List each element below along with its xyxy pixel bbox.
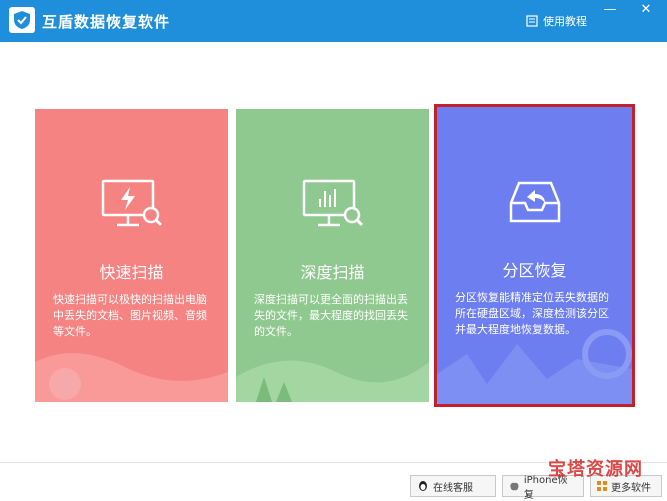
close-button[interactable]: ✕ — [636, 2, 656, 18]
online-support-label: 在线客服 — [433, 482, 473, 494]
quick-scan-description: 快速扫描可以极快的扫描出电脑中丢失的文档、图片视频、音频等文件。 — [53, 293, 207, 338]
minimize-button[interactable]: — — [600, 2, 620, 18]
book-icon — [526, 15, 538, 27]
grid-icon — [597, 481, 607, 491]
partition-recovery-description: 分区恢复能精准定位丢失数据的所在硬盘区域，深度检测该分区并最大程度地恢复数据。 — [455, 291, 609, 336]
partition-recovery-title: 分区恢复 — [502, 261, 567, 280]
apple-icon — [510, 482, 519, 491]
online-support-button[interactable]: 在线客服 — [410, 475, 496, 497]
deep-scan-description: 深度扫描可以更全面的扫描出丢失的文件，最大程度的找回丢失的文件。 — [254, 293, 408, 338]
deep-scan-title: 深度扫描 — [300, 263, 365, 282]
monitor-lightning-search-icon — [101, 179, 162, 227]
watermark: 宝塔资源网 — [548, 459, 643, 480]
title-bar: 互盾数据恢复软件 使用教程 — ✕ — [0, 0, 667, 42]
quick-scan-card[interactable]: 快速扫描 快速扫描可以极快的扫描出电脑中丢失的文档、图片视频、音频等文件。 — [35, 109, 228, 402]
help-label: 使用教程 — [543, 15, 587, 28]
app-logo-icon — [9, 7, 35, 33]
app-title: 互盾数据恢复软件 — [42, 13, 171, 31]
help-tutorial-button[interactable]: 使用教程 — [526, 13, 587, 29]
monitor-chart-search-icon — [302, 179, 363, 227]
inbox-return-icon — [509, 181, 560, 223]
partition-recovery-card[interactable]: 分区恢复 分区恢复能精准定位丢失数据的所在硬盘区域，深度检测该分区并最大程度地恢… — [434, 104, 635, 407]
quick-scan-title: 快速扫描 — [99, 263, 164, 282]
deep-scan-card[interactable]: 深度扫描 深度扫描可以更全面的扫描出丢失的文件，最大程度的找回丢失的文件。 — [236, 109, 429, 402]
qq-penguin-icon — [419, 481, 427, 491]
